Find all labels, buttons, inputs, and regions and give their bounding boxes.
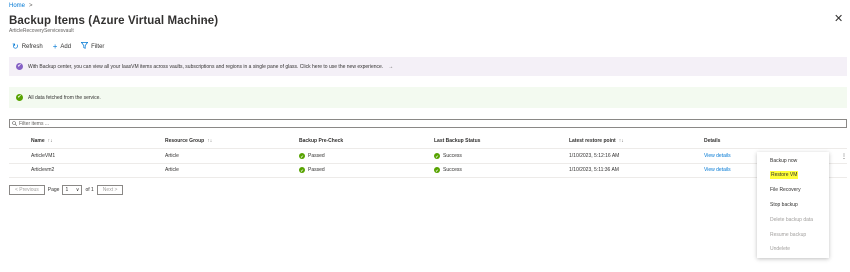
refresh-icon: ↻ (12, 41, 19, 51)
page-select[interactable]: 1 ∨ (62, 185, 83, 195)
add-button[interactable]: + Add (52, 41, 72, 51)
info-icon: ✔ (16, 63, 23, 70)
breadcrumb-home-link[interactable]: Home (9, 3, 25, 9)
sort-icon: ↑↓ (47, 138, 53, 144)
view-details-link[interactable]: View details (704, 163, 731, 177)
page-subtitle: ArticleRecoveryServicesvault (9, 28, 74, 34)
column-header-name[interactable]: Name ↑↓ (31, 134, 53, 148)
menu-item-undelete: Undelete (770, 246, 791, 252)
refresh-button[interactable]: ↻ Refresh (12, 41, 43, 51)
plus-icon: + (52, 41, 58, 51)
search-icon (12, 121, 17, 126)
close-icon[interactable]: ✕ (834, 14, 843, 25)
column-header-precheck: Backup Pre-Check (299, 134, 343, 148)
menu-item-resume-backup: Resume backup (770, 232, 807, 238)
page-title: Backup Items (Azure Virtual Machine) (9, 15, 219, 27)
passed-icon: ✔ (299, 167, 305, 173)
page-select-value: 1 (65, 187, 69, 193)
view-details-link[interactable]: View details (704, 149, 731, 163)
breadcrumb: Home > (9, 3, 33, 9)
column-header-restore-point[interactable]: Latest restore point ↑↓ (569, 134, 624, 148)
row-context-menu: Backup now Restore VM File Recovery Stop… (757, 152, 829, 258)
cell-name: ArticleVM1 (31, 153, 56, 159)
column-header-label: Backup Pre-Check (299, 138, 344, 144)
chevron-down-icon: ∨ (75, 187, 80, 193)
menu-item-backup-now[interactable]: Backup now (770, 158, 797, 164)
next-page-button[interactable]: Next > (96, 185, 124, 195)
cell-precheck: ✔ Passed (299, 163, 325, 177)
more-options-icon[interactable]: ··· (203, 15, 213, 26)
success-icon: ✔ (434, 153, 440, 159)
column-header-resource-group[interactable]: Resource Group ↑↓ (165, 134, 212, 148)
cell-restore-point: 1/10/2023, 5:12:16 AM (569, 153, 620, 159)
cell-resource-group: Article (165, 167, 179, 173)
column-header-details: Details (704, 134, 720, 148)
backup-center-banner[interactable]: ✔ With Backup center, you can view all y… (9, 57, 847, 76)
arrow-right-icon: → (388, 63, 394, 70)
page-of-label: of 1 (85, 187, 94, 193)
breadcrumb-separator: > (29, 3, 33, 9)
backup-center-banner-text: With Backup center, you can view all you… (28, 63, 384, 70)
cell-name: Articlevm2 (31, 167, 55, 173)
menu-item-file-recovery[interactable]: File Recovery (770, 187, 801, 193)
precheck-text: Passed (308, 167, 325, 173)
table-header-row: Name ↑↓ Resource Group ↑↓ Backup Pre-Che… (0, 134, 850, 148)
page-label: Page (47, 187, 60, 193)
menu-item-restore-vm[interactable]: Restore VM (770, 171, 799, 179)
pagination: < Previous Page 1 ∨ of 1 Next > (9, 185, 124, 195)
column-header-last-status: Last Backup Status (434, 134, 480, 148)
success-icon: ✔ (16, 94, 23, 101)
row-actions-icon[interactable]: ⋮ (841, 153, 847, 160)
column-header-label: Resource Group (165, 138, 205, 144)
filter-label: Filter (91, 43, 105, 50)
column-header-label: Last Backup Status (434, 138, 481, 144)
filter-button[interactable]: Filter (80, 42, 105, 51)
add-label: Add (60, 43, 72, 50)
column-header-label: Details (704, 138, 721, 144)
cell-precheck: ✔ Passed (299, 149, 325, 163)
filter-placeholder: Filter items ... (19, 120, 50, 127)
cell-restore-point: 1/10/2023, 5:11:36 AM (569, 167, 619, 173)
passed-icon: ✔ (299, 153, 305, 159)
filter-input[interactable]: Filter items ... (9, 119, 847, 128)
row-divider (9, 177, 847, 178)
column-header-label: Name (31, 138, 45, 144)
status-text: Success (443, 153, 462, 159)
status-banner-text: All data fetched from the service. (28, 94, 101, 101)
cell-resource-group: Article (165, 153, 179, 159)
sort-icon: ↑↓ (207, 138, 213, 144)
column-header-label: Latest restore point (569, 138, 616, 144)
table-row[interactable]: ArticleVM1 Article ✔ Passed ✔ Success 1/… (0, 149, 850, 163)
sort-icon: ↑↓ (618, 138, 624, 144)
previous-page-button[interactable]: < Previous (9, 185, 45, 195)
menu-item-stop-backup[interactable]: Stop backup (770, 202, 798, 208)
cell-last-status: ✔ Success (434, 163, 462, 177)
menu-item-delete-backup-data: Delete backup data (770, 217, 814, 223)
precheck-text: Passed (308, 153, 325, 159)
cell-last-status: ✔ Success (434, 149, 462, 163)
refresh-label: Refresh (21, 43, 43, 50)
status-text: Success (443, 167, 462, 173)
table-row[interactable]: Articlevm2 Article ✔ Passed ✔ Success 1/… (0, 163, 850, 177)
filter-icon (80, 42, 89, 51)
toolbar: ↻ Refresh + Add Filter (12, 42, 104, 51)
success-icon: ✔ (434, 167, 440, 173)
status-banner: ✔ All data fetched from the service. (9, 87, 847, 108)
